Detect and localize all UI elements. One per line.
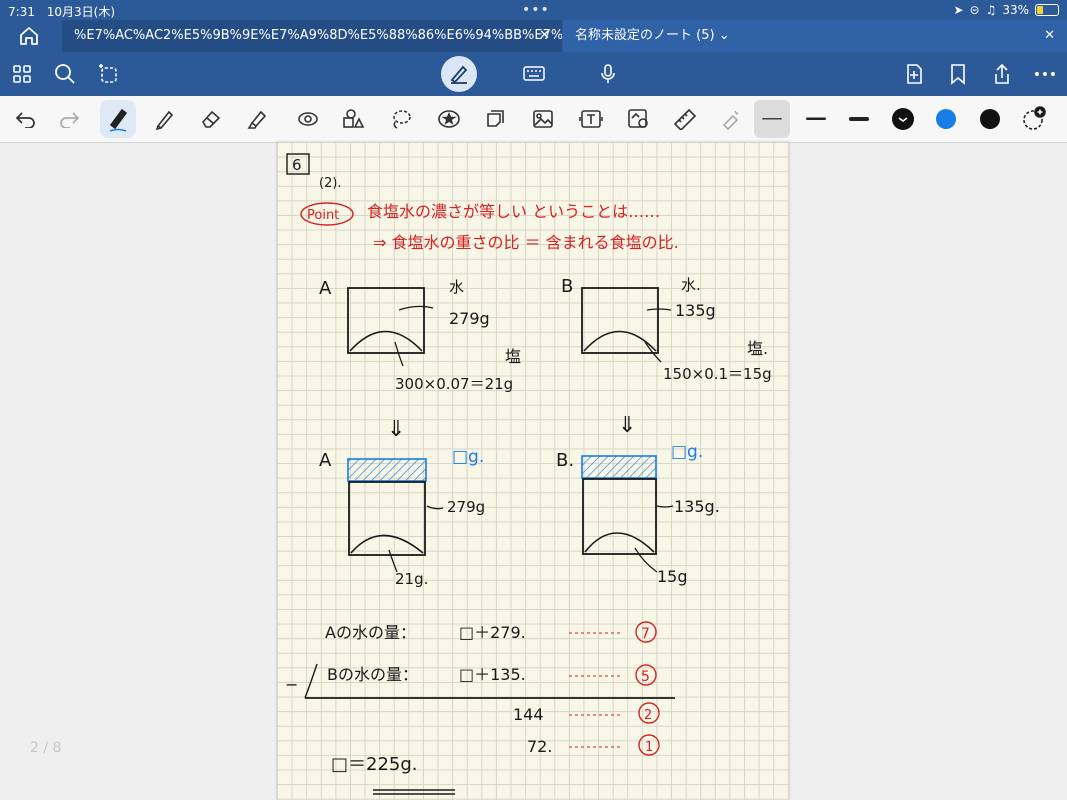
equation-b-left: Bの水の量： <box>327 665 418 684</box>
headphones-icon: ♫ <box>985 3 997 17</box>
answer: □＝225g. <box>331 754 418 775</box>
laser-pointer-icon[interactable] <box>717 107 743 131</box>
added-water-a <box>347 458 427 482</box>
equation-a-right: □＋279. <box>459 623 526 642</box>
close-tab-icon[interactable]: ✕ <box>539 20 550 52</box>
problem-number: 6 <box>292 156 302 174</box>
ruler-tool-icon[interactable] <box>672 107 698 131</box>
highlighter-tool-icon[interactable] <box>244 107 270 131</box>
pen-tool-icon[interactable] <box>100 100 136 138</box>
beaker-a2-salt: 21g. <box>395 570 428 588</box>
tab-untitled-note[interactable]: 名称未設定のノート (5) ⌄ ✕ <box>563 20 1067 52</box>
beaker-a-salt-calc: 300×0.07＝21g <box>395 375 513 393</box>
beaker-a2-label: A <box>319 450 332 471</box>
salt-pile-a <box>349 330 423 352</box>
app-chrome: 7:31 10月3日(木) ••• ➤ ⊝ ♫ 33% %E7%AC%AC2%E… <box>0 0 1067 96</box>
beaker-a-water-label: 水 <box>449 278 464 296</box>
tab-pdf-document[interactable]: %E7%AC%AC2%E5%9B%9E%E7%A9%8D%E5%88%86%E6… <box>62 20 562 52</box>
equation-a-left: Aの水の量： <box>325 623 416 642</box>
beaker-b-label: B <box>561 276 573 297</box>
minus-sign: − <box>285 675 298 694</box>
beaker-a-salt-label: 塩 <box>505 347 521 366</box>
drawing-toolstrip <box>0 96 1067 143</box>
difference-value: 144 <box>513 705 544 724</box>
search-icon[interactable] <box>53 62 77 86</box>
point-label: Point <box>307 208 339 223</box>
added-water-b <box>581 455 657 479</box>
point-text-line2: ⇒ 食塩水の重さの比 ＝ 含まれる食塩の比. <box>373 233 679 252</box>
link-icon: ⊝ <box>969 3 980 17</box>
status-time: 7:31 <box>8 5 35 19</box>
salt-pile-b <box>583 330 657 352</box>
color-blue-swatch[interactable] <box>933 107 959 131</box>
ratio-unit: 1 <box>645 740 653 755</box>
beaker-b2-salt: 15g <box>657 567 688 586</box>
tab-title: %E7%AC%AC2%E5%9B%9E%E7%A9%8D%E5%88%86%E6… <box>74 28 562 43</box>
pencil-tool-icon[interactable] <box>152 107 178 131</box>
beaker-a-label: A <box>319 278 332 299</box>
text-tool-icon[interactable] <box>578 107 604 131</box>
elements-tool-icon[interactable] <box>340 107 366 131</box>
stroke-thick-option[interactable] <box>846 107 872 131</box>
beaker-b-salt-calc: 150×0.1＝15g <box>663 365 772 383</box>
color-black-swatch[interactable] <box>977 107 1003 131</box>
down-arrow-a: ⇓ <box>387 417 405 442</box>
sticky-note-icon[interactable] <box>482 107 508 131</box>
added-water-a-label: □g. <box>452 447 484 467</box>
stroke-medium-option[interactable] <box>803 107 829 131</box>
thumbnails-icon[interactable] <box>10 62 34 86</box>
beaker-b-salt-label: 塩. <box>747 339 768 358</box>
ratio-diff: 2 <box>644 708 652 723</box>
share-icon[interactable] <box>990 62 1014 86</box>
camera-tool-icon[interactable] <box>626 107 652 131</box>
page-counter: 2 / 8 <box>30 740 62 756</box>
ai-lasso-icon[interactable] <box>97 62 121 86</box>
notebook-page[interactable]: 6 (2). Point 食塩水の濃さが等しい ということは…… ⇒ 食塩水の重… <box>277 142 789 800</box>
beaker-b-water: 135g <box>675 301 716 320</box>
location-icon: ➤ <box>953 3 964 17</box>
tab-bar: %E7%AC%AC2%E5%9B%9E%E7%A9%8D%E5%88%86%E6… <box>0 20 1067 52</box>
multitasking-dots-icon[interactable]: ••• <box>522 2 550 18</box>
main-toolbar <box>0 52 1067 96</box>
add-page-icon[interactable] <box>902 62 926 86</box>
color-black-selected-swatch[interactable] <box>890 107 916 131</box>
lasso-tool-icon[interactable] <box>388 107 414 131</box>
close-tab-icon[interactable]: ✕ <box>1044 20 1055 52</box>
beaker-a2-water: 279g <box>447 498 485 516</box>
status-date: 10月3日(木) <box>46 5 116 19</box>
bookmark-icon[interactable] <box>946 62 970 86</box>
point-text-line1: 食塩水の濃さが等しい ということは…… <box>367 202 660 221</box>
image-tool-icon[interactable] <box>530 107 556 131</box>
home-icon[interactable] <box>18 26 40 46</box>
more-icon[interactable] <box>1033 62 1057 86</box>
equation-b-right: □＋135. <box>459 665 526 684</box>
beaker-a-water: 279g <box>449 309 490 328</box>
beaker-b2-label: B. <box>556 450 574 471</box>
tab-title: 名称未設定のノート (5) ⌄ <box>575 28 730 43</box>
add-color-icon[interactable] <box>1021 106 1047 131</box>
microphone-icon[interactable] <box>596 62 620 86</box>
beaker-b2-water: 135g. <box>674 497 720 516</box>
redo-icon[interactable] <box>56 107 82 131</box>
down-arrow-b: ⇓ <box>618 413 636 438</box>
unit-value: 72. <box>527 737 552 756</box>
keyboard-icon[interactable] <box>522 62 546 86</box>
beaker-b-water-label: 水. <box>681 276 701 294</box>
status-bar: 7:31 10月3日(木) ••• ➤ ⊝ ♫ 33% <box>0 0 1067 20</box>
ratio-b: 5 <box>641 669 650 685</box>
battery-percent: 33% <box>1002 3 1029 17</box>
eraser-tool-icon[interactable] <box>198 107 224 131</box>
sticker-tool-icon[interactable] <box>436 107 462 131</box>
undo-icon[interactable] <box>13 107 39 131</box>
added-water-b-label: □g. <box>671 442 703 462</box>
ratio-a: 7 <box>641 626 650 642</box>
part-label: (2). <box>319 176 342 191</box>
handwriting-mode-button[interactable] <box>441 56 477 92</box>
shape-tool-icon[interactable] <box>294 107 320 131</box>
battery-icon <box>1035 4 1059 16</box>
stroke-thin-option[interactable] <box>754 100 790 138</box>
